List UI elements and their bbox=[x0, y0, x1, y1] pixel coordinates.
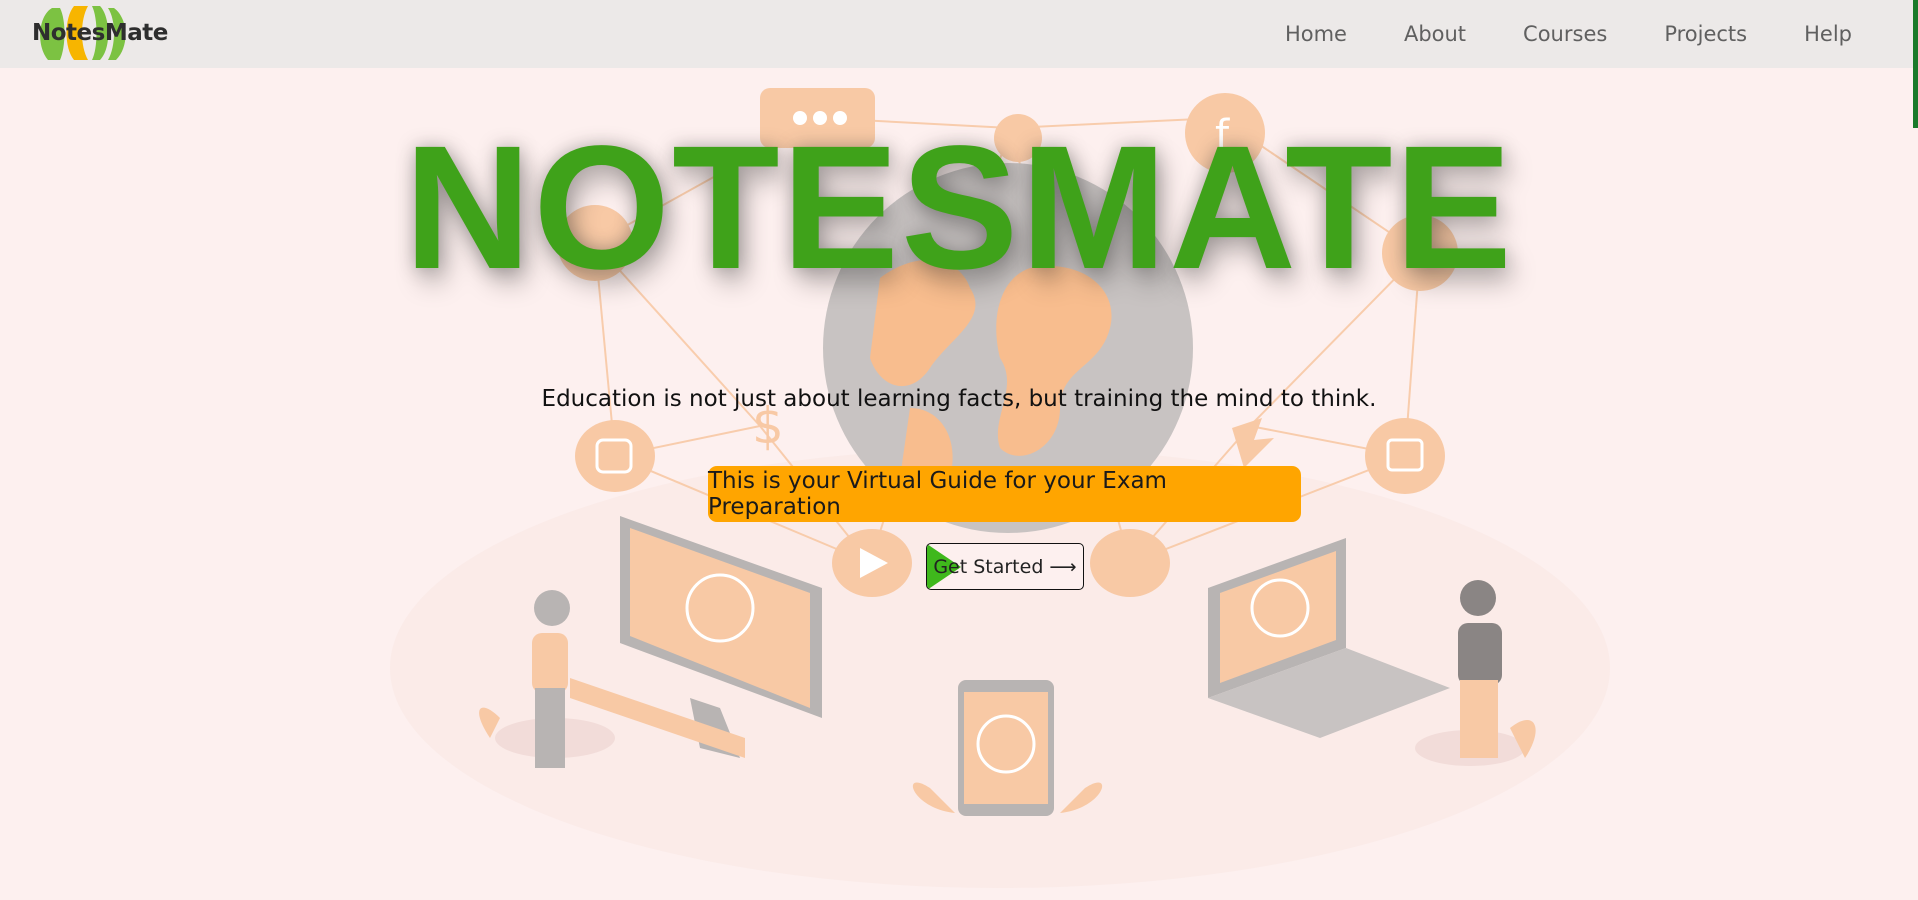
image-icon bbox=[1365, 418, 1445, 494]
hero-title: NOTESMATE bbox=[404, 110, 1514, 306]
thumbs-up-icon bbox=[1090, 529, 1170, 597]
play-icon bbox=[832, 529, 912, 597]
nav-item-home[interactable]: Home bbox=[1285, 22, 1347, 46]
brand-name: NotesMate bbox=[32, 20, 168, 46]
nav-item-help[interactable]: Help bbox=[1804, 22, 1852, 46]
nav-item-courses[interactable]: Courses bbox=[1523, 22, 1607, 46]
hero-quote: Education is not just about learning fac… bbox=[541, 386, 1377, 412]
nav-item-about[interactable]: About bbox=[1404, 22, 1466, 46]
get-started-label: Get Started ⟶ bbox=[933, 555, 1077, 578]
instagram-icon bbox=[575, 420, 655, 492]
main-nav: Home About Courses Projects Help bbox=[1228, 0, 1852, 68]
brand-logo[interactable]: NotesMate bbox=[30, 6, 168, 60]
hero-banner: This is your Virtual Guide for your Exam… bbox=[708, 466, 1301, 522]
get-started-button[interactable]: Get Started ⟶ bbox=[926, 543, 1084, 590]
nav-item-projects[interactable]: Projects bbox=[1664, 22, 1747, 46]
twitter-icon bbox=[1232, 418, 1274, 468]
top-navbar: NotesMate Home About Courses Projects He… bbox=[0, 0, 1918, 68]
